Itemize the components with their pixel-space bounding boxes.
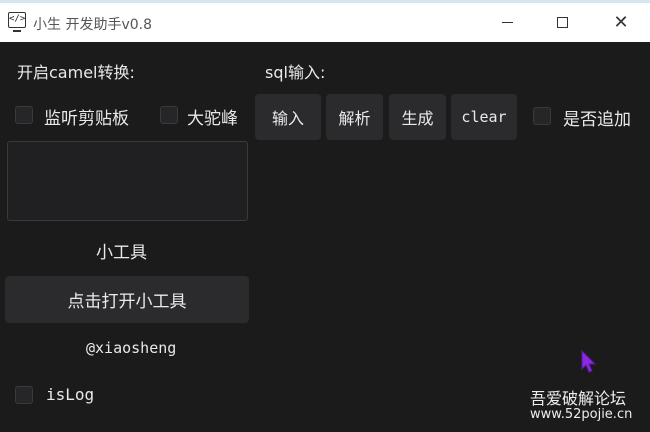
open-tools-button[interactable]: 点击打开小工具	[5, 276, 249, 323]
clipboard-checkbox-label: 监听剪贴板	[44, 109, 129, 129]
minimize-icon	[501, 22, 513, 23]
tools-label: 小工具	[96, 243, 147, 263]
code-monitor-icon: </>	[8, 12, 26, 32]
append-checkbox-label: 是否追加	[563, 110, 631, 130]
maximize-button[interactable]	[533, 3, 591, 42]
islog-checkbox[interactable]	[15, 386, 33, 404]
clipboard-checkbox[interactable]	[15, 106, 33, 124]
close-button[interactable]: ✕	[592, 3, 650, 42]
append-checkbox[interactable]	[533, 107, 551, 125]
title-bar[interactable]: </> 小生 开发助手v0.8 ✕	[0, 3, 650, 42]
generate-button[interactable]: 生成	[389, 94, 446, 140]
close-icon: ✕	[613, 11, 629, 33]
maximize-icon	[556, 17, 568, 28]
mouse-cursor-icon	[581, 350, 597, 373]
clear-button[interactable]: clear	[451, 94, 517, 140]
parse-button[interactable]: 解析	[326, 94, 383, 140]
input-textarea[interactable]	[7, 141, 248, 221]
watermark-forum-name: 吾爱破解论坛	[530, 389, 627, 408]
big-camel-checkbox[interactable]	[160, 106, 178, 124]
minimize-button[interactable]	[478, 3, 536, 42]
input-button[interactable]: 输入	[255, 94, 321, 140]
islog-label: isLog	[46, 385, 95, 404]
camel-convert-label: 开启camel转换:	[17, 63, 135, 82]
window-title: 小生 开发助手v0.8	[33, 17, 152, 33]
author-label: @xiaosheng	[86, 339, 177, 357]
watermark-url: www.52pojie.cn	[530, 407, 633, 422]
sql-input-label: sql输入:	[265, 63, 326, 82]
big-camel-checkbox-label: 大驼峰	[187, 109, 238, 129]
